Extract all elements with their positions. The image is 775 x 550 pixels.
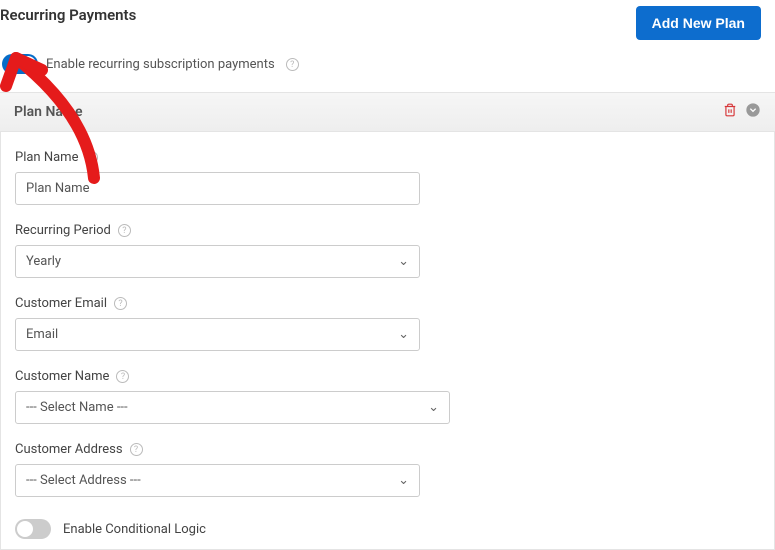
plan-body: Plan Name ? Plan Name Recurring Period ?… [0,132,775,550]
recurring-period-value: Yearly [26,254,61,269]
section-title: Recurring Payments [0,6,136,24]
help-icon[interactable]: ? [85,151,98,164]
trash-icon[interactable] [723,103,737,121]
chevron-down-icon: ⌄ [398,327,409,342]
help-icon[interactable]: ? [130,443,143,456]
chevron-down-icon[interactable] [745,102,761,122]
plan-header-title: Plan Name [14,104,83,120]
chevron-down-icon: ⌄ [398,254,409,269]
enable-recurring-toggle[interactable] [2,54,38,74]
recurring-period-select[interactable]: Yearly ⌄ [15,245,420,278]
customer-address-label: Customer Address [15,442,123,457]
customer-email-select[interactable]: Email ⌄ [15,318,420,351]
plan-header: Plan Name [0,92,775,132]
customer-name-value: --- Select Name --- [26,400,128,415]
help-icon[interactable]: ? [116,370,129,383]
customer-address-value: --- Select Address --- [26,473,141,488]
enable-recurring-label: Enable recurring subscription payments [46,57,275,72]
recurring-period-label: Recurring Period [15,223,111,238]
help-icon[interactable]: ? [114,297,127,310]
add-new-plan-button[interactable]: Add New Plan [636,6,761,40]
customer-name-select[interactable]: --- Select Name --- ⌄ [15,391,450,424]
chevron-down-icon: ⌄ [428,400,439,415]
customer-email-value: Email [26,327,58,342]
customer-name-label: Customer Name [15,369,109,384]
plan-name-label: Plan Name [15,150,78,165]
plan-name-value: Plan Name [26,181,89,196]
plan-name-input[interactable]: Plan Name [15,172,420,205]
help-icon[interactable]: ? [118,224,131,237]
customer-email-label: Customer Email [15,296,107,311]
conditional-logic-label: Enable Conditional Logic [63,522,206,537]
customer-address-select[interactable]: --- Select Address --- ⌄ [15,464,420,497]
help-icon[interactable]: ? [286,58,299,71]
conditional-logic-toggle[interactable] [15,519,51,539]
chevron-down-icon: ⌄ [398,473,409,488]
